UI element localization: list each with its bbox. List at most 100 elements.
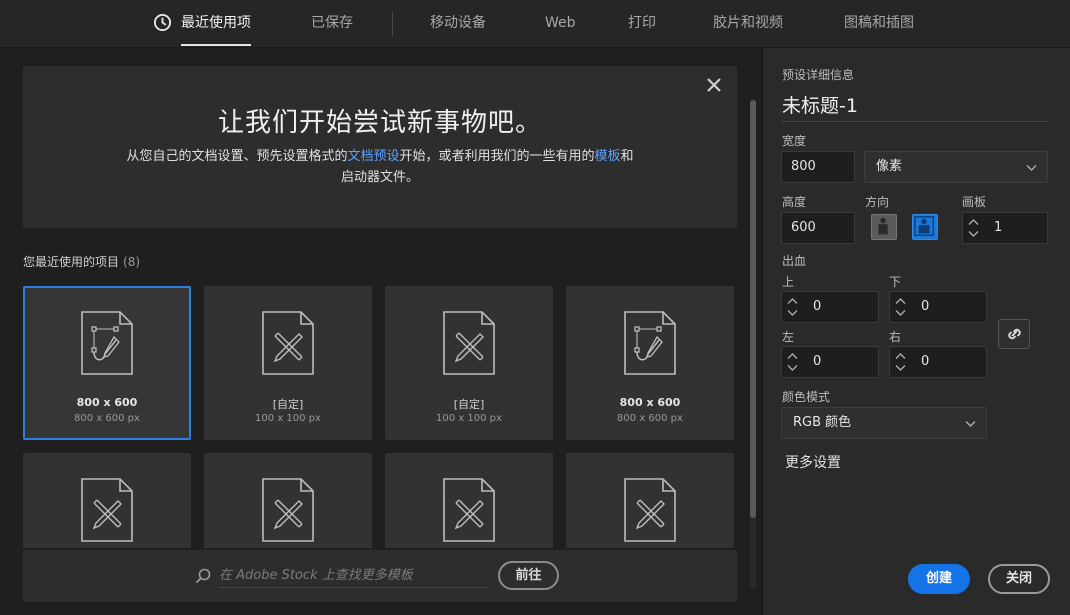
recent-item-size: 100 x 100 px bbox=[255, 413, 321, 424]
recent-item[interactable]: 800 x 600 800 x 600 px bbox=[566, 286, 734, 440]
tab-web[interactable]: Web bbox=[545, 0, 576, 46]
tab-divider bbox=[392, 12, 393, 36]
preset-details-panel: 预设详细信息 未标题-1 宽度 800 像素 高度 方向 画板 600 1 出血… bbox=[762, 48, 1070, 615]
chevron-down-icon[interactable] bbox=[968, 230, 979, 238]
bleed-left-label: 左 bbox=[782, 330, 795, 344]
artboards-label: 画板 bbox=[962, 195, 987, 209]
recent-item[interactable] bbox=[23, 453, 191, 548]
landscape-orientation-button[interactable] bbox=[912, 214, 938, 240]
scrollbar-thumb[interactable] bbox=[750, 100, 756, 518]
chevron-down-icon[interactable] bbox=[787, 364, 798, 372]
recent-item[interactable] bbox=[566, 453, 734, 548]
tab-art-illustration[interactable]: 图稿和插图 bbox=[844, 0, 914, 46]
unit-select[interactable]: 像素 bbox=[864, 151, 1048, 183]
tab-saved-label: 已保存 bbox=[311, 15, 353, 31]
bleed-top-label: 上 bbox=[782, 275, 795, 289]
stock-search-bar: 前往 bbox=[23, 550, 737, 602]
artboard-doc-icon bbox=[624, 311, 676, 375]
bleed-top-value: 0 bbox=[813, 299, 822, 314]
blank-doc-icon bbox=[262, 478, 314, 542]
artboards-stepper-arrows bbox=[963, 213, 985, 243]
chevron-up-icon[interactable] bbox=[895, 297, 906, 305]
color-mode-value: RGB 颜色 bbox=[793, 415, 852, 430]
stock-search-input[interactable] bbox=[219, 564, 489, 588]
artboards-stepper[interactable]: 1 bbox=[962, 212, 1048, 244]
chevron-down-icon[interactable] bbox=[895, 364, 906, 372]
unit-select-value: 像素 bbox=[876, 159, 903, 174]
bleed-bottom-stepper[interactable]: 0 bbox=[889, 291, 987, 323]
tab-film-video[interactable]: 胶片和视频 bbox=[713, 0, 783, 46]
chevron-down-icon[interactable] bbox=[895, 309, 906, 317]
tab-web-label: Web bbox=[545, 15, 576, 31]
bleed-bottom-stepper-arrows bbox=[890, 292, 912, 322]
bleed-top-stepper-arrows bbox=[782, 292, 804, 322]
width-label: 宽度 bbox=[782, 134, 807, 148]
bleed-left-stepper[interactable]: 0 bbox=[781, 346, 879, 378]
recent-item-size: 800 x 600 px bbox=[74, 413, 140, 424]
recent-item[interactable]: [自定] 100 x 100 px bbox=[385, 286, 553, 440]
height-label: 高度 bbox=[782, 195, 807, 209]
bleed-bottom-value: 0 bbox=[921, 299, 930, 314]
bleed-bottom-label: 下 bbox=[889, 275, 902, 289]
top-tab-bar: 最近使用项 已保存 移动设备 Web 打印 胶片和视频 图稿和插图 bbox=[0, 0, 1070, 48]
recent-item[interactable]: [自定] 100 x 100 px bbox=[204, 286, 372, 440]
bleed-right-stepper-arrows bbox=[890, 347, 912, 377]
bleed-top-stepper[interactable]: 0 bbox=[781, 291, 879, 323]
bleed-left-stepper-arrows bbox=[782, 347, 804, 377]
width-input[interactable]: 800 bbox=[781, 151, 855, 183]
tab-art-illustration-label: 图稿和插图 bbox=[844, 15, 914, 31]
search-icon bbox=[195, 568, 211, 584]
bleed-right-label: 右 bbox=[889, 330, 902, 344]
chevron-up-icon[interactable] bbox=[787, 297, 798, 305]
chevron-up-icon[interactable] bbox=[787, 352, 798, 360]
blank-doc-icon bbox=[443, 478, 495, 542]
recent-item-name: [自定] bbox=[453, 398, 485, 411]
recent-items-grid: 800 x 600 800 x 600 px [自定] 100 x 100 px… bbox=[0, 48, 760, 548]
chevron-down-icon bbox=[1026, 164, 1037, 172]
tab-recent-label: 最近使用项 bbox=[181, 15, 251, 31]
landscape-icon bbox=[914, 216, 934, 236]
chevron-up-icon[interactable] bbox=[968, 218, 979, 226]
go-button[interactable]: 前往 bbox=[498, 561, 559, 590]
artboard-doc-icon bbox=[81, 311, 133, 375]
blank-doc-icon bbox=[262, 311, 314, 375]
blank-doc-icon bbox=[81, 478, 133, 542]
artboards-value: 1 bbox=[994, 220, 1003, 235]
blank-doc-icon bbox=[624, 478, 676, 542]
portrait-orientation-button[interactable] bbox=[871, 214, 897, 240]
tab-mobile-label: 移动设备 bbox=[430, 15, 486, 31]
recent-item-name: [自定] bbox=[272, 398, 304, 411]
recent-item-size: 100 x 100 px bbox=[436, 413, 502, 424]
close-button[interactable]: 关闭 bbox=[988, 564, 1050, 594]
bleed-right-value: 0 bbox=[921, 354, 930, 369]
bleed-right-stepper[interactable]: 0 bbox=[889, 346, 987, 378]
chevron-up-icon[interactable] bbox=[895, 352, 906, 360]
more-settings-link[interactable]: 更多设置 bbox=[785, 452, 841, 472]
link-bleed-button[interactable] bbox=[998, 319, 1030, 349]
orientation-label: 方向 bbox=[865, 195, 890, 209]
color-mode-select[interactable]: RGB 颜色 bbox=[781, 407, 987, 439]
create-button[interactable]: 创建 bbox=[908, 564, 970, 594]
bleed-left-value: 0 bbox=[813, 354, 822, 369]
recent-item-name: 800 x 600 bbox=[619, 396, 681, 409]
recent-item[interactable] bbox=[385, 453, 553, 548]
portrait-icon bbox=[878, 217, 888, 235]
tab-mobile[interactable]: 移动设备 bbox=[430, 0, 486, 46]
tab-recent[interactable]: 最近使用项 bbox=[153, 0, 251, 46]
color-mode-label: 颜色模式 bbox=[782, 390, 831, 404]
preset-details-header: 预设详细信息 bbox=[782, 68, 855, 82]
tab-print[interactable]: 打印 bbox=[628, 0, 656, 46]
document-name-field[interactable]: 未标题-1 bbox=[782, 92, 1048, 122]
height-input[interactable]: 600 bbox=[781, 212, 855, 244]
chevron-down-icon[interactable] bbox=[787, 309, 798, 317]
recent-item[interactable]: 800 x 600 800 x 600 px bbox=[23, 286, 191, 440]
recent-item-name: 800 x 600 bbox=[76, 396, 138, 409]
tab-film-video-label: 胶片和视频 bbox=[713, 15, 783, 31]
recent-item[interactable] bbox=[204, 453, 372, 548]
tab-print-label: 打印 bbox=[628, 15, 656, 31]
blank-doc-icon bbox=[443, 311, 495, 375]
main-area: 让我们开始尝试新事物吧。 从您自己的文档设置、预先设置格式的文档预设开始，或者利… bbox=[0, 48, 760, 615]
clock-icon bbox=[153, 13, 172, 32]
link-icon bbox=[1008, 328, 1021, 340]
tab-saved[interactable]: 已保存 bbox=[311, 0, 353, 46]
